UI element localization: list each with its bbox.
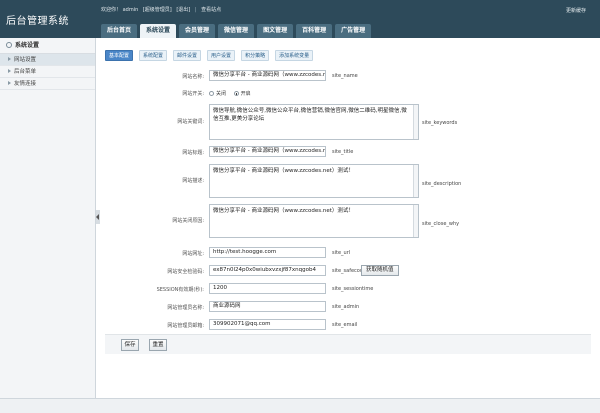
site-safecode-input[interactable]: ex87n0l24p0x0wiubxvzxjf87xnqgob4 bbox=[209, 265, 326, 276]
session-time-label: SESSION有效期(秒): bbox=[156, 287, 204, 293]
subtab-points[interactable]: 积分策略 bbox=[241, 50, 270, 61]
site-close-why-label: 网站关闭原因: bbox=[172, 218, 204, 224]
scrollbar[interactable] bbox=[413, 105, 418, 139]
footer-bar bbox=[0, 398, 600, 413]
subtab-add-variable[interactable]: 添加系统变量 bbox=[275, 50, 314, 61]
form-row-site-name: 网站名称: 微信分享平台 - 商业源码网（www.zzcodes.n site_… bbox=[101, 70, 591, 82]
update-cache-link[interactable]: 更新缓存 bbox=[566, 7, 586, 14]
site-open-on-option[interactable]: 开启 bbox=[233, 91, 251, 97]
nav-tab-home[interactable]: 后台首页 bbox=[101, 24, 138, 38]
site-description-label: 网站描述: bbox=[182, 178, 204, 184]
sidebar: 系统设置 网站设置 后台菜单 友情连接 bbox=[0, 38, 96, 398]
sidebar-title: 系统设置 bbox=[0, 38, 95, 54]
subtab-user[interactable]: 用户设置 bbox=[207, 50, 236, 61]
form-row-site-description: 网站描述: 微信分享平台 - 商业源码网（www.zzcodes.net）测试！… bbox=[101, 164, 591, 200]
site-email-input[interactable]: 309902071@qq.com bbox=[209, 319, 326, 330]
sidebar-item-admin-menu[interactable]: 后台菜单 bbox=[0, 66, 95, 78]
form-row-site-title: 网站标题: 微信分享平台 - 商业源码网（www.zzcodes.n site_… bbox=[101, 146, 591, 158]
site-keywords-textarea[interactable]: 微信导航,微信公众号,微信公众平台,微信营销,微信官网,微信二维码,明星微信,微… bbox=[209, 104, 419, 140]
get-random-value-button[interactable]: 获取随机值 bbox=[361, 265, 399, 276]
radio-on[interactable] bbox=[233, 91, 239, 96]
form-row-site-email: 网站管理员邮箱: 309902071@qq.com site_email bbox=[101, 319, 591, 331]
site-keywords-label: 网站关键词: bbox=[177, 119, 204, 125]
form-row-site-url: 网站网址: http://test.hoogge.com site_url bbox=[101, 247, 591, 259]
site-email-label: 网站管理员邮箱: bbox=[167, 323, 204, 329]
form-row-site-open: 网站开关: 关闭 开启 bbox=[101, 88, 591, 98]
site-admin-label: 网站管理员名称: bbox=[167, 305, 204, 311]
role-link[interactable]: [超级管理员] bbox=[143, 7, 172, 13]
site-close-why-var: site_close_why bbox=[422, 221, 460, 227]
welcome-text: 欢迎你！ admin bbox=[101, 7, 139, 13]
form-row-site-keywords: 网站关键词: 微信导航,微信公众号,微信公众平台,微信营销,微信官网,微信二维码… bbox=[101, 104, 591, 142]
top-bar: 欢迎你！ admin [超级管理员] [退出] | 查看站点 bbox=[101, 6, 224, 13]
site-open-label: 网站开关: bbox=[182, 91, 204, 97]
main-content: 基本配置 系统配置 邮件设置 用户设置 积分策略 添加系统变量 网站名称: 微信… bbox=[101, 38, 591, 398]
settings-icon bbox=[6, 42, 12, 48]
subtab-system[interactable]: 系统配置 bbox=[139, 50, 168, 61]
site-name-var: site_name bbox=[332, 73, 358, 79]
site-description-textarea[interactable]: 微信分享平台 - 商业源码网（www.zzcodes.net）测试！ bbox=[209, 164, 419, 198]
arrow-right-icon bbox=[8, 57, 11, 61]
site-url-input[interactable]: http://test.hoogge.com bbox=[209, 247, 326, 258]
site-title-input[interactable]: 微信分享平台 - 商业源码网（www.zzcodes.n bbox=[209, 146, 326, 157]
session-time-input[interactable]: 1200 bbox=[209, 283, 326, 294]
site-admin-input[interactable]: 商业源码网 bbox=[209, 301, 326, 312]
site-description-var: site_description bbox=[422, 181, 462, 187]
radio-off[interactable] bbox=[209, 91, 214, 96]
view-site-link[interactable]: 查看站点 bbox=[201, 7, 221, 13]
form-row-session-time: SESSION有效期(秒): 1200 site_sessiontime bbox=[101, 283, 591, 295]
header: 后台管理系统 欢迎你！ admin [超级管理员] [退出] | 查看站点 更新… bbox=[0, 0, 600, 38]
save-button[interactable]: 保存 bbox=[121, 339, 139, 351]
scrollbar[interactable] bbox=[413, 205, 418, 237]
arrow-right-icon bbox=[8, 69, 11, 73]
site-name-label: 网站名称: bbox=[182, 74, 204, 80]
main-nav: 后台首页 系统设置 会员管理 微信管理 图文管理 百科管理 广告管理 bbox=[101, 22, 374, 38]
site-close-why-textarea[interactable]: 微信分享平台 - 商业源码网（www.zzcodes.net）测试！ bbox=[209, 204, 419, 238]
sidebar-item-site-settings[interactable]: 网站设置 bbox=[0, 54, 95, 66]
site-admin-var: site_admin bbox=[332, 304, 360, 310]
form-row-site-admin: 网站管理员名称: 商业源码网 site_admin bbox=[101, 301, 591, 313]
arrow-right-icon bbox=[8, 81, 11, 85]
site-title-label: 网站标题: bbox=[182, 150, 204, 156]
sidebar-collapse-toggle[interactable] bbox=[96, 210, 100, 224]
session-time-var: site_sessiontime bbox=[332, 286, 374, 292]
subtab-basic[interactable]: 基本配置 bbox=[105, 50, 134, 61]
scrollbar[interactable] bbox=[413, 165, 418, 197]
form-row-site-safecode: 网站安全检验码: ex87n0l24p0x0wiubxvzxjf87xnqgob… bbox=[101, 265, 591, 277]
nav-tab-members[interactable]: 会员管理 bbox=[179, 24, 216, 38]
logo: 后台管理系统 bbox=[6, 16, 69, 27]
nav-tab-wechat[interactable]: 微信管理 bbox=[218, 24, 255, 38]
site-url-label: 网站网址: bbox=[182, 251, 204, 257]
site-open-off-option[interactable]: 关闭 bbox=[209, 91, 226, 97]
form-row-site-close-why: 网站关闭原因: 微信分享平台 - 商业源码网（www.zzcodes.net）测… bbox=[101, 204, 591, 240]
reset-button[interactable]: 重置 bbox=[149, 339, 167, 351]
settings-subtabs: 基本配置 系统配置 邮件设置 用户设置 积分策略 添加系统变量 bbox=[105, 50, 319, 61]
site-name-input[interactable]: 微信分享平台 - 商业源码网（www.zzcodes.n bbox=[209, 70, 326, 81]
separator: | bbox=[194, 7, 197, 13]
site-keywords-var: site_keywords bbox=[422, 120, 458, 126]
nav-tab-ads[interactable]: 广告管理 bbox=[335, 24, 372, 38]
nav-tab-wiki[interactable]: 百科管理 bbox=[296, 24, 333, 38]
subtab-mail[interactable]: 邮件设置 bbox=[173, 50, 202, 61]
site-safecode-label: 网站安全检验码: bbox=[167, 269, 204, 275]
sidebar-item-friend-links[interactable]: 友情连接 bbox=[0, 78, 95, 90]
site-email-var: site_email bbox=[332, 322, 358, 328]
logout-link[interactable]: [退出] bbox=[176, 7, 190, 13]
site-title-var: site_title bbox=[332, 149, 354, 155]
nav-tab-system-settings[interactable]: 系统设置 bbox=[140, 24, 177, 38]
form-action-bar: 保存 重置 bbox=[105, 334, 591, 354]
site-url-var: site_url bbox=[332, 250, 351, 256]
nav-tab-articles[interactable]: 图文管理 bbox=[257, 24, 294, 38]
